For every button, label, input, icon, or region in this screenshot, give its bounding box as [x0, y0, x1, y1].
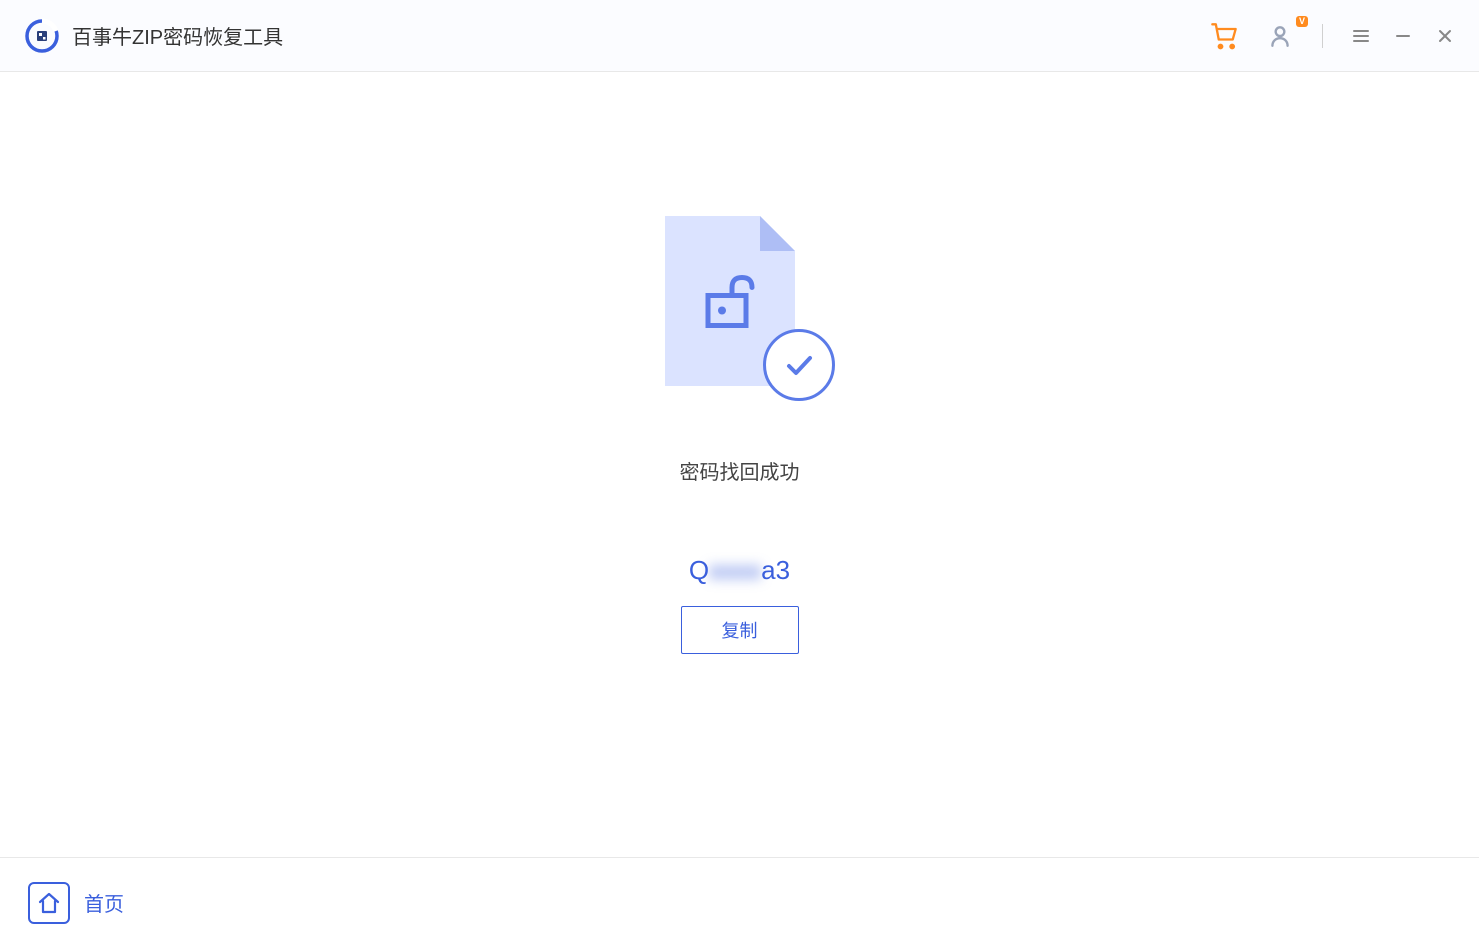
checkmark-icon	[779, 345, 819, 385]
unlock-icon	[702, 271, 758, 336]
close-button[interactable]	[1435, 26, 1455, 46]
copy-button[interactable]: 复制	[681, 606, 799, 654]
user-account-button[interactable]: V	[1266, 22, 1294, 50]
success-message: 密码找回成功	[680, 456, 800, 485]
menu-button[interactable]	[1351, 26, 1371, 46]
home-icon	[37, 891, 61, 915]
header-left: 百事牛ZIP密码恢复工具	[24, 18, 283, 54]
checkmark-circle-icon	[763, 329, 835, 401]
window-controls	[1351, 26, 1455, 46]
app-title: 百事牛ZIP密码恢复工具	[72, 21, 283, 50]
home-label: 首页	[84, 888, 124, 917]
vip-badge: V	[1296, 16, 1308, 27]
menu-icon	[1351, 26, 1371, 46]
minimize-button[interactable]	[1393, 26, 1413, 46]
user-icon	[1267, 23, 1293, 49]
main-content: 密码找回成功 Qxxxxa3 复制	[0, 72, 1479, 857]
footer: 首页	[0, 857, 1479, 947]
close-icon	[1436, 27, 1454, 45]
minimize-icon	[1394, 27, 1412, 45]
home-icon-box	[28, 882, 70, 924]
cart-button[interactable]	[1210, 22, 1238, 50]
password-prefix: Q	[689, 555, 709, 585]
header-divider	[1322, 24, 1323, 48]
password-hidden-part: xxxx	[709, 555, 761, 586]
recovered-password: Qxxxxa3	[689, 555, 790, 586]
success-illustration	[655, 216, 825, 406]
header-right: V	[1210, 22, 1455, 50]
password-suffix: a3	[761, 555, 790, 585]
cart-icon	[1210, 21, 1238, 51]
app-logo-icon	[24, 18, 60, 54]
home-link[interactable]: 首页	[28, 882, 124, 924]
header: 百事牛ZIP密码恢复工具 V	[0, 0, 1479, 72]
